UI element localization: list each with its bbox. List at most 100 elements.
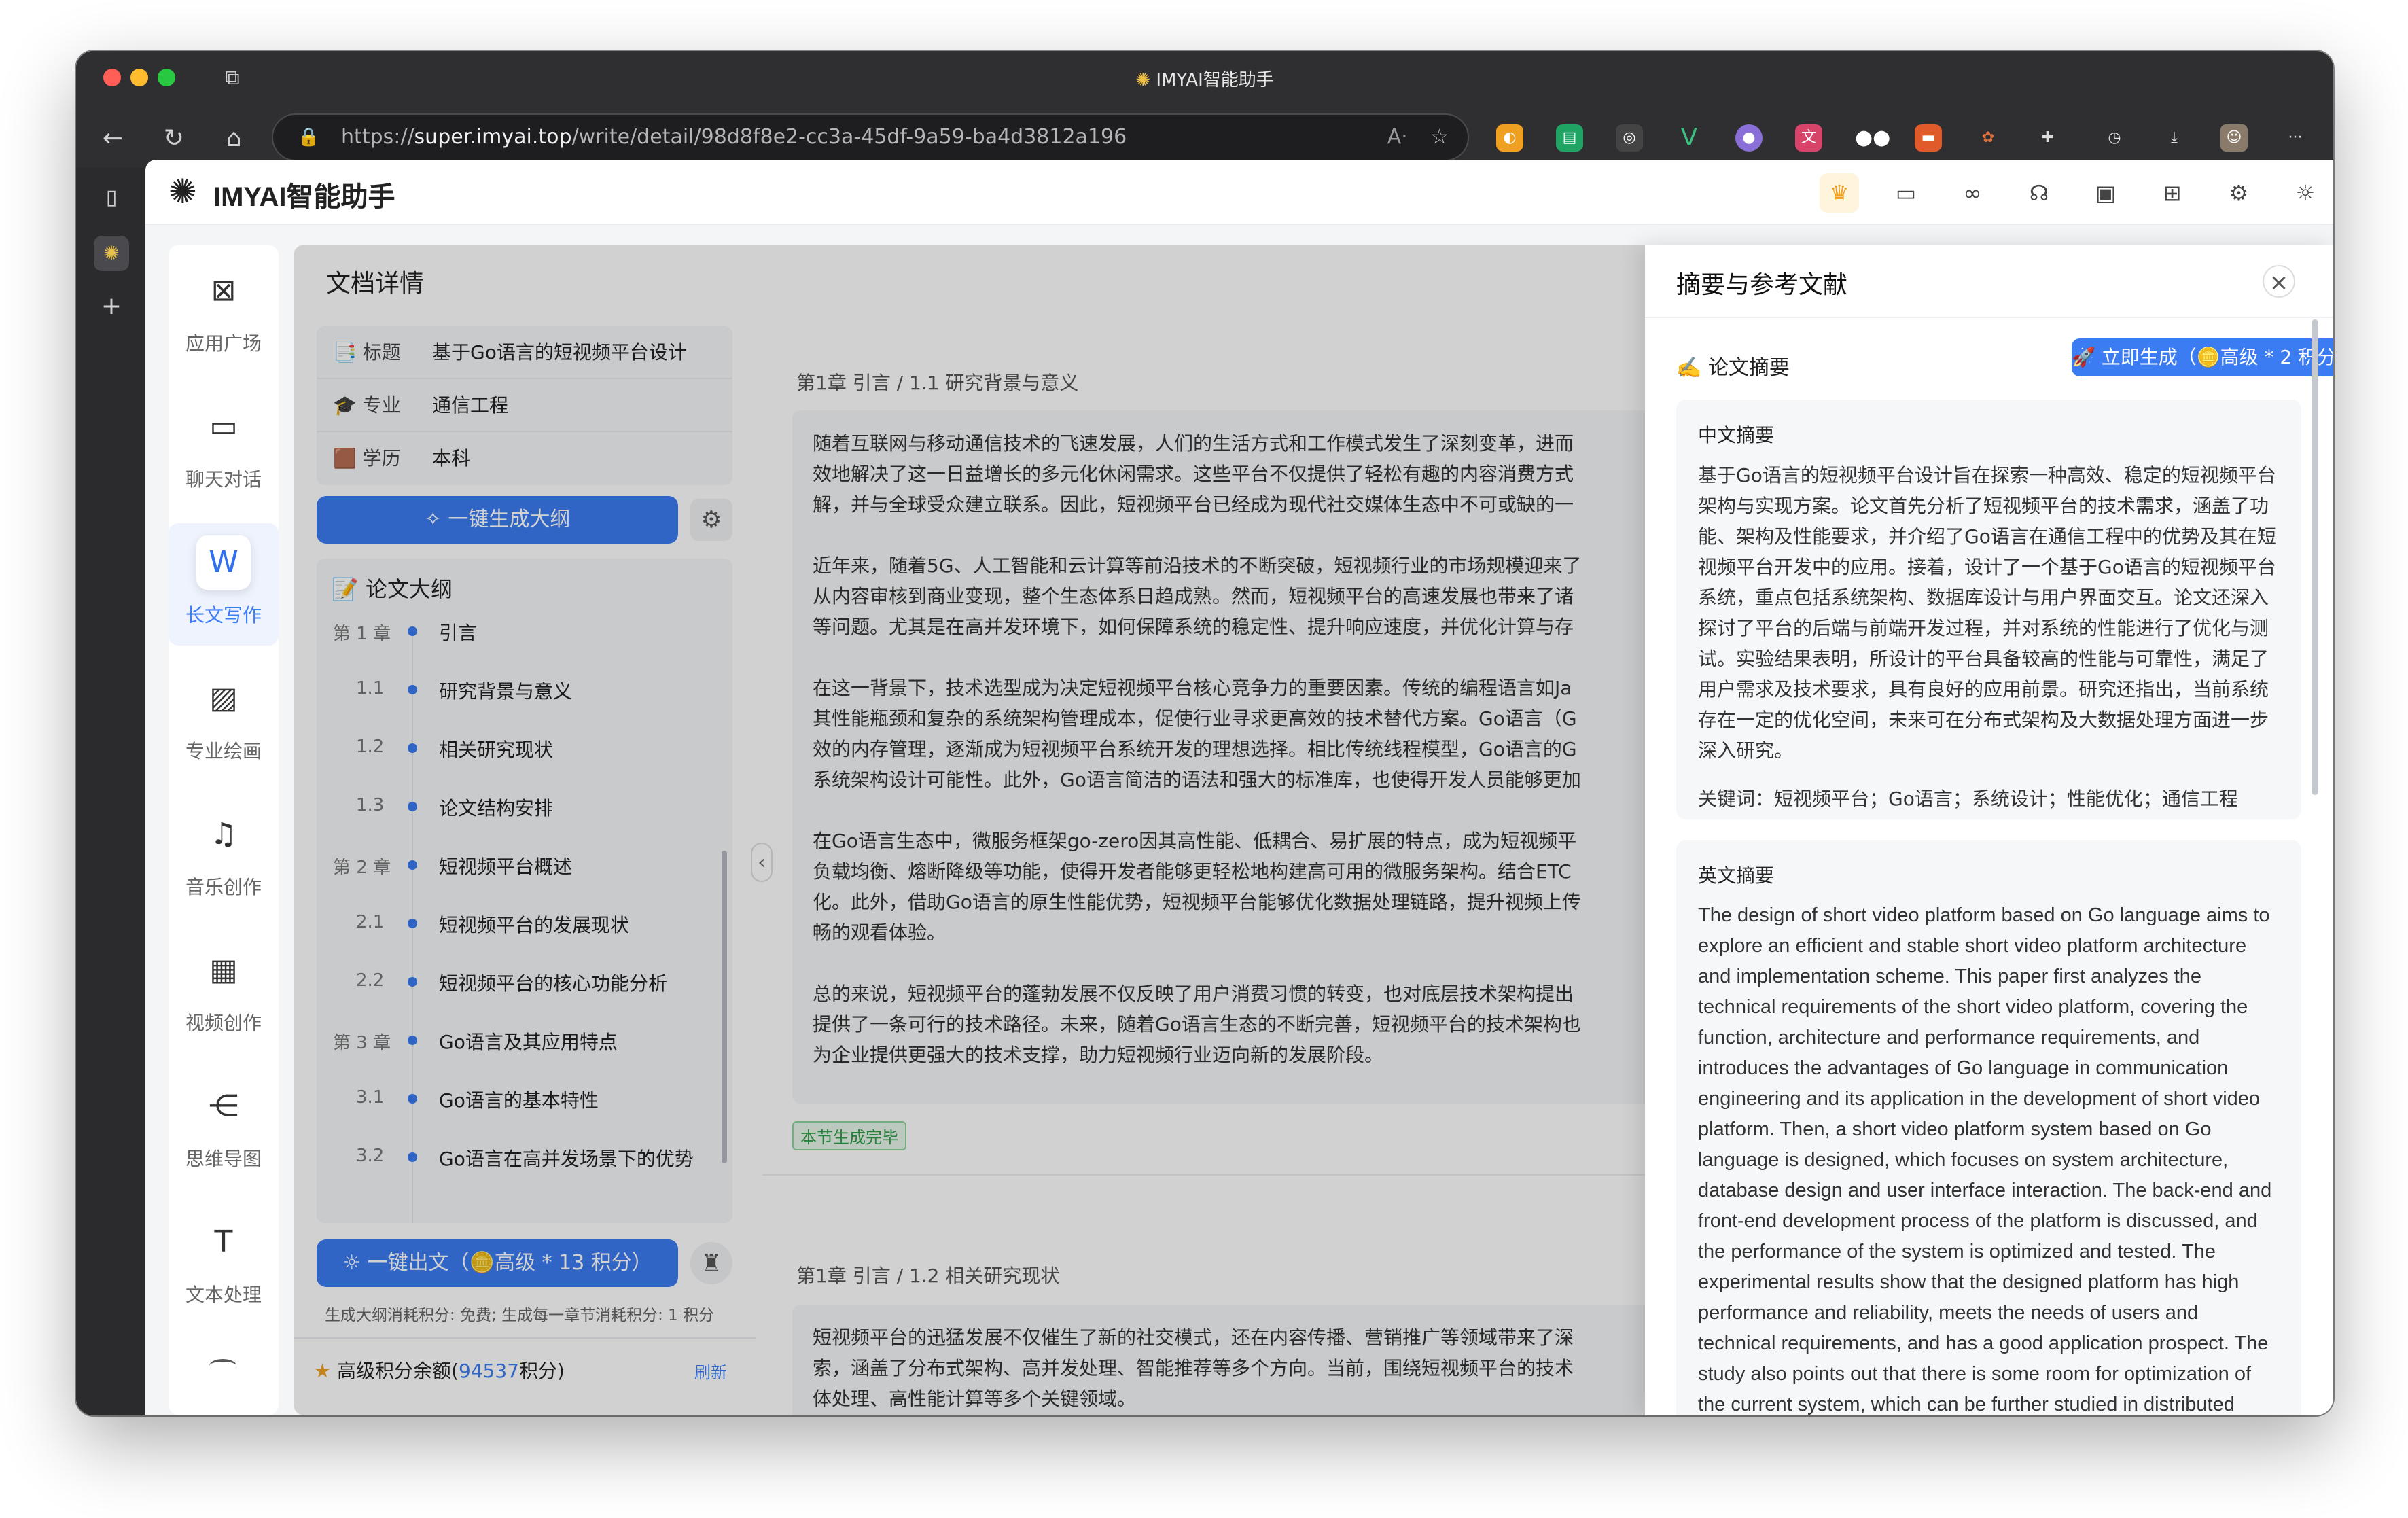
- english-abstract-heading: 英文摘要: [1698, 864, 1775, 887]
- meta-row-degree: 🟫 学历 本科: [317, 432, 732, 485]
- outline-dot-icon: [408, 743, 417, 753]
- outline-item[interactable]: 第 2 章 短视频平台概述: [317, 837, 724, 896]
- english-abstract-text: The design of short video platform based…: [1698, 904, 2272, 1415]
- outline-scrollbar[interactable]: [722, 851, 727, 1163]
- sidebar-item-label: 文本处理: [185, 1284, 262, 1306]
- sidebar-item-long-writing[interactable]: W 长文写作: [169, 523, 279, 646]
- extension-1-icon[interactable]: ◐: [1496, 124, 1523, 152]
- outline-item-title: Go语言在高并发场景下的优势: [439, 1148, 694, 1170]
- outline-item[interactable]: 3.1 Go语言的基本特性: [317, 1071, 724, 1129]
- outline-item-title: 研究背景与意义: [439, 680, 573, 703]
- translate-extension-icon[interactable]: 文: [1795, 124, 1822, 152]
- outline-item[interactable]: 2.2 短视频平台的核心功能分析: [317, 954, 724, 1012]
- drawer-title: 摘要与参考文献: [1676, 271, 1848, 299]
- outline-item-title: 短视频平台的核心功能分析: [439, 972, 668, 995]
- section-breadcrumb: 第1章 引言 / 1.2 相关研究现状: [796, 1265, 1060, 1287]
- briefcase-icon[interactable]: ▣: [2086, 173, 2125, 213]
- outline-dot-icon: [408, 919, 417, 928]
- outline-item-title: Go语言及其应用特点: [439, 1031, 618, 1053]
- outline-item-number: 第 2 章: [333, 858, 391, 878]
- meta-row-major: 🎓 专业 通信工程: [317, 379, 732, 432]
- sidebar-item-mindmap[interactable]: ⋲ 思维导图: [169, 1067, 279, 1189]
- address-bar[interactable]: 🔒 https://super.imyai.top/write/detail/9…: [272, 113, 1469, 161]
- outline-dot-icon: [408, 685, 417, 694]
- theme-sun-icon[interactable]: ☼: [2286, 173, 2325, 213]
- extension-8-icon[interactable]: ▬: [1915, 124, 1942, 152]
- sidebar-item-chat[interactable]: ▭ 聊天对话: [169, 387, 279, 510]
- outline-item-title: 短视频平台的发展现状: [439, 914, 630, 936]
- outline-dot-icon: [408, 802, 417, 811]
- extension-9-icon[interactable]: ✿: [1975, 124, 2002, 152]
- extension-5-icon[interactable]: ●: [1735, 124, 1763, 152]
- extension-7-icon[interactable]: ●●: [1855, 124, 1890, 152]
- page-title: 文档详情: [326, 270, 425, 298]
- outline-item[interactable]: 1.3 论文结构安排: [317, 779, 724, 837]
- sidebar-item-label: 应用广场: [185, 332, 262, 355]
- window-title: ✺ IMYAI智能助手: [76, 66, 2333, 91]
- sidebar-item-video[interactable]: ▦ 视频创作: [169, 931, 279, 1053]
- app-page: ✺ IMYAI智能助手 ♛ ▭ ∞ ☊ ▣ ⊞ ⚙ ☼ ☺ ⊠ 应用广场 ▭ 聊天对…: [145, 160, 2333, 1415]
- abstract-label: ✍️ 论文摘要: [1676, 356, 1790, 380]
- outline-item[interactable]: 第 3 章 Go语言及其应用特点: [317, 1012, 724, 1071]
- outline-item[interactable]: 1.2 相关研究现状: [317, 720, 724, 779]
- extension-2-icon[interactable]: ▤: [1556, 124, 1583, 152]
- profile-avatar-icon[interactable]: ☺: [2220, 124, 2248, 152]
- app-favicon-icon: ✺: [1135, 70, 1156, 90]
- balance-unit: 积分): [519, 1360, 565, 1382]
- chinese-abstract-card: 中文摘要 基于Go语言的短视频平台设计旨在探索一种高效、稳定的短视频平台架构与实…: [1676, 400, 2301, 819]
- outline-panel: 📝 论文大纲 第 1 章 引言 1.1 研究背景与意义 1.2 相关研究现状 1.3 论文结构…: [317, 559, 732, 1223]
- history-icon[interactable]: ◷: [2101, 124, 2128, 152]
- meta-value: 本科: [432, 447, 471, 470]
- sidebar-item-app-square[interactable]: ⊠ 应用广场: [169, 251, 279, 374]
- outline-item[interactable]: 3.2 Go语言在高并发场景下的优势: [317, 1129, 724, 1188]
- vip-crown-icon[interactable]: ♛: [1820, 173, 1859, 213]
- link-icon[interactable]: ∞: [1953, 173, 1992, 213]
- drawer-scrollbar[interactable]: [2312, 319, 2318, 795]
- robot-assistant-icon[interactable]: ♜: [690, 1242, 732, 1284]
- more-menu-icon[interactable]: ···: [2282, 124, 2309, 152]
- sidebar-item-text[interactable]: T 文本处理: [169, 1203, 279, 1325]
- extensions-puzzle-icon[interactable]: ✚: [2034, 124, 2061, 152]
- extension-3-icon[interactable]: ◎: [1616, 124, 1643, 152]
- reload-icon[interactable]: ↻: [159, 126, 189, 151]
- generate-full-text-button[interactable]: ☼ 一键出文（🪙高级 * 13 积分）: [317, 1239, 678, 1287]
- sidebar-item-label: 专业绘画: [185, 740, 262, 762]
- back-icon[interactable]: ←: [98, 126, 128, 151]
- outline-item[interactable]: 第 1 章 引言: [317, 603, 724, 662]
- balance-label: 高级积分余额(: [337, 1360, 459, 1382]
- meta-value: 通信工程: [432, 394, 509, 417]
- sidebar-item-painting[interactable]: ▨ 专业绘画: [169, 659, 279, 781]
- new-tab-icon[interactable]: +: [96, 294, 126, 319]
- browser-window: ⧉ ✺ IMYAI智能助手 ← ↻ ⌂ 🔒 https://super.imya…: [76, 51, 2333, 1415]
- text-icon: T: [214, 1224, 233, 1259]
- close-icon[interactable]: ×: [2263, 265, 2295, 298]
- outline-item[interactable]: 1.1 研究背景与意义: [317, 662, 724, 720]
- favorite-star-icon[interactable]: ☆: [1430, 115, 1449, 160]
- refresh-link[interactable]: 刷新: [694, 1359, 727, 1383]
- divider: [294, 1337, 756, 1339]
- title-bar: ⧉ ✺ IMYAI智能助手: [76, 51, 2333, 109]
- generate-outline-button[interactable]: ✧ 一键生成大纲: [317, 496, 678, 544]
- brand-name: IMYAI智能助手: [213, 182, 395, 212]
- home-icon[interactable]: ⌂: [219, 126, 249, 151]
- sidebar-item-label: 视频创作: [185, 1012, 262, 1034]
- sidebar-item-music[interactable]: ♫ 音乐创作: [169, 795, 279, 917]
- meta-value: 基于Go语言的短视频平台设计: [432, 341, 687, 364]
- generate-now-button[interactable]: 🚀 立即生成（🪙高级 * 2 积分）: [2072, 338, 2333, 376]
- balance-line: ★ 高级积分余额(94537积分): [314, 1356, 565, 1383]
- support-headset-icon[interactable]: ☊: [2019, 173, 2059, 213]
- download-icon[interactable]: ⤓: [2161, 124, 2188, 152]
- sidebar-toggle-icon[interactable]: ▯: [96, 186, 126, 210]
- vue-extension-icon[interactable]: V: [1676, 124, 1703, 152]
- balance-value: 94537: [458, 1360, 520, 1382]
- outline-item[interactable]: 2.1 短视频平台的发展现状: [317, 896, 724, 954]
- mindmap-icon: ⋲: [209, 1089, 238, 1123]
- imyai-tab-icon[interactable]: ✺: [94, 236, 129, 271]
- settings-gear-icon[interactable]: ⚙: [2219, 173, 2259, 213]
- outline-settings-icon[interactable]: ⚙: [690, 499, 732, 541]
- abstract-drawer: 摘要与参考文献 × ✍️ 论文摘要 🚀 立即生成（🪙高级 * 2 积分） 中文摘…: [1645, 245, 2333, 1415]
- read-aloud-icon[interactable]: Aᐧ: [1387, 115, 1406, 160]
- gift-icon[interactable]: ⊞: [2153, 173, 2192, 213]
- devices-icon[interactable]: ▭: [1886, 173, 1926, 213]
- outline-dot-icon: [408, 977, 417, 987]
